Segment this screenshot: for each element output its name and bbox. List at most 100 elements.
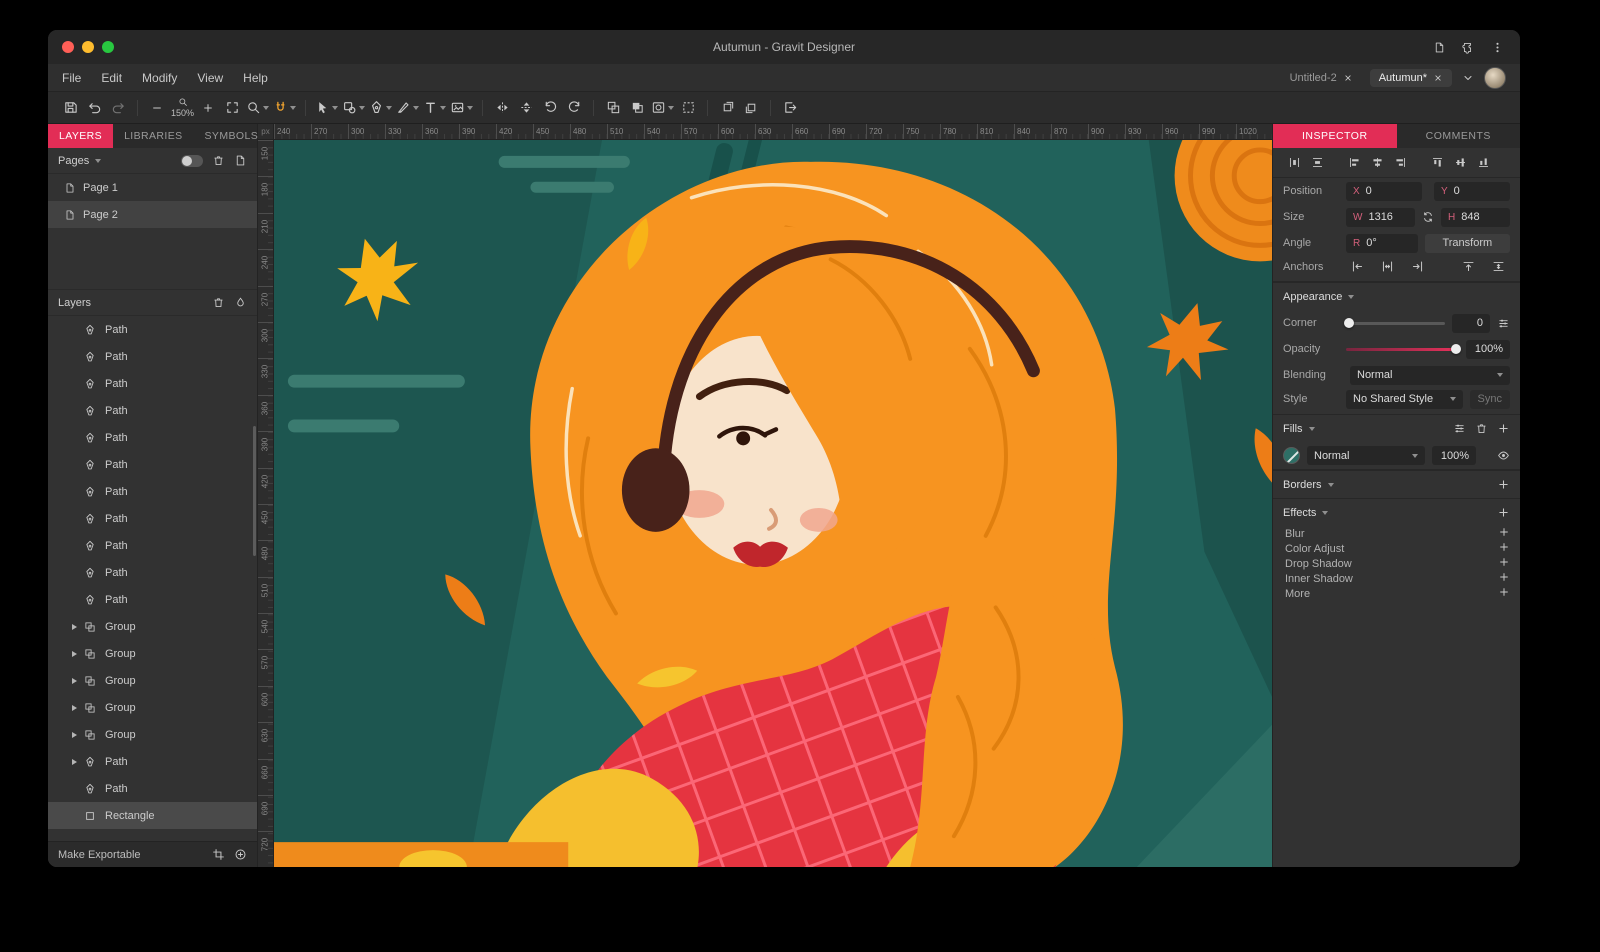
effect-row[interactable]: Blur bbox=[1273, 526, 1520, 541]
align-top-button[interactable] bbox=[1426, 153, 1449, 173]
effect-row[interactable]: Drop Shadow bbox=[1273, 556, 1520, 571]
add-fill-icon[interactable] bbox=[1497, 422, 1510, 435]
layer-row[interactable]: Path bbox=[48, 316, 257, 343]
layer-row[interactable]: Path bbox=[48, 748, 257, 775]
knife-tool-button[interactable] bbox=[394, 96, 421, 120]
link-dimensions-icon[interactable] bbox=[1422, 211, 1434, 223]
layer-fill-icon[interactable] bbox=[234, 296, 247, 309]
document-tab[interactable]: Autumun* bbox=[1370, 69, 1452, 87]
opacity-slider[interactable] bbox=[1346, 348, 1459, 351]
angle-field[interactable]: R 0° bbox=[1346, 234, 1418, 253]
expand-arrow-icon[interactable] bbox=[68, 732, 80, 738]
expand-arrow-icon[interactable] bbox=[68, 705, 80, 711]
layer-row[interactable]: Path bbox=[48, 559, 257, 586]
menu-item[interactable]: File bbox=[62, 71, 81, 85]
expand-arrow-icon[interactable] bbox=[68, 624, 80, 630]
layer-row[interactable]: Group bbox=[48, 667, 257, 694]
overflow-menu-icon[interactable] bbox=[1491, 41, 1504, 54]
borders-section-header[interactable]: Borders bbox=[1273, 470, 1520, 498]
fill-blend-select[interactable]: Normal bbox=[1307, 446, 1425, 465]
anchor-top-button[interactable] bbox=[1457, 257, 1480, 277]
layer-row[interactable]: Rectangle bbox=[48, 802, 257, 829]
minimize-window-button[interactable] bbox=[82, 41, 94, 53]
clip-frame-button[interactable] bbox=[676, 96, 700, 120]
flip-horizontal-button[interactable] bbox=[490, 96, 514, 120]
layer-row[interactable]: Path bbox=[48, 775, 257, 802]
corner-options-icon[interactable] bbox=[1497, 317, 1510, 330]
redo-button[interactable] bbox=[106, 96, 130, 120]
anchor-center-h-button[interactable] bbox=[1376, 257, 1399, 277]
menu-item[interactable]: Edit bbox=[101, 71, 122, 85]
zoom-level-control[interactable]: 150% bbox=[169, 96, 196, 120]
size-height-field[interactable]: H 848 bbox=[1441, 208, 1510, 227]
align-middle-button[interactable] bbox=[1449, 153, 1472, 173]
distribute-vertical-button[interactable] bbox=[1306, 153, 1329, 173]
panel-tab[interactable]: LIBRARIES bbox=[113, 124, 193, 148]
opacity-value-field[interactable]: 100% bbox=[1466, 340, 1510, 359]
menu-item[interactable]: View bbox=[197, 71, 223, 85]
transform-button[interactable]: Transform bbox=[1425, 234, 1510, 253]
layer-row[interactable]: Path bbox=[48, 343, 257, 370]
add-effect-button[interactable] bbox=[1498, 586, 1510, 601]
send-backward-button[interactable] bbox=[739, 96, 763, 120]
rotate-ccw-button[interactable] bbox=[538, 96, 562, 120]
page-row[interactable]: Page 1 bbox=[48, 174, 257, 201]
text-tool-button[interactable] bbox=[421, 96, 448, 120]
position-y-field[interactable]: Y 0 bbox=[1434, 182, 1510, 201]
zoom-window-button[interactable] bbox=[102, 41, 114, 53]
layer-row[interactable]: Group bbox=[48, 721, 257, 748]
artboard-illustration[interactable] bbox=[274, 140, 1272, 867]
fill-visibility-eye-icon[interactable] bbox=[1497, 449, 1510, 462]
shared-style-select[interactable]: No Shared Style bbox=[1346, 390, 1463, 409]
layer-row[interactable]: Path bbox=[48, 451, 257, 478]
inspector-tab[interactable]: COMMENTS bbox=[1397, 124, 1521, 148]
blending-select[interactable]: Normal bbox=[1350, 366, 1510, 385]
boolean-ops-button[interactable] bbox=[625, 96, 649, 120]
effect-row[interactable]: More bbox=[1273, 586, 1520, 601]
user-avatar[interactable] bbox=[1484, 67, 1506, 89]
layers-scrollbar[interactable] bbox=[253, 426, 256, 556]
pages-toggle[interactable] bbox=[181, 155, 203, 167]
inspector-tab[interactable]: INSPECTOR bbox=[1273, 124, 1397, 148]
mask-button[interactable] bbox=[649, 96, 676, 120]
zoom-fit-button[interactable] bbox=[220, 96, 244, 120]
panel-tab[interactable]: LAYERS bbox=[48, 124, 113, 148]
fill-options-icon[interactable] bbox=[1453, 422, 1466, 435]
pen-tool-button[interactable] bbox=[367, 96, 394, 120]
expand-arrow-icon[interactable] bbox=[68, 678, 80, 684]
layer-row[interactable]: Path bbox=[48, 424, 257, 451]
add-effect-button[interactable] bbox=[1498, 526, 1510, 541]
layer-row[interactable]: Group bbox=[48, 613, 257, 640]
size-width-field[interactable]: W 1316 bbox=[1346, 208, 1415, 227]
effects-section-header[interactable]: Effects bbox=[1273, 498, 1520, 526]
add-effect-button[interactable] bbox=[1498, 556, 1510, 571]
menu-item[interactable]: Modify bbox=[142, 71, 177, 85]
page-row[interactable]: Page 2 bbox=[48, 201, 257, 228]
anchor-right-button[interactable] bbox=[1406, 257, 1429, 277]
fill-color-swatch[interactable] bbox=[1283, 447, 1300, 464]
close-tab-icon[interactable] bbox=[1433, 73, 1443, 83]
appearance-section-header[interactable]: Appearance bbox=[1273, 282, 1520, 310]
export-slice-icon[interactable] bbox=[212, 848, 225, 861]
rotate-cw-button[interactable] bbox=[562, 96, 586, 120]
anchor-bottom-button[interactable] bbox=[1517, 257, 1520, 277]
expand-arrow-icon[interactable] bbox=[68, 759, 80, 765]
delete-layer-icon[interactable] bbox=[212, 296, 225, 309]
align-left-button[interactable] bbox=[1343, 153, 1366, 173]
snap-magnet-button[interactable] bbox=[271, 96, 298, 120]
layer-row[interactable]: Path bbox=[48, 370, 257, 397]
close-window-button[interactable] bbox=[62, 41, 74, 53]
fill-opacity-field[interactable]: 100% bbox=[1432, 446, 1476, 465]
save-button[interactable] bbox=[58, 96, 82, 120]
layer-row[interactable]: Path bbox=[48, 397, 257, 424]
image-tool-button[interactable] bbox=[448, 96, 475, 120]
extensions-puzzle-icon[interactable] bbox=[1462, 41, 1475, 54]
layer-row[interactable]: Group bbox=[48, 640, 257, 667]
add-page-icon[interactable] bbox=[234, 154, 247, 167]
group-button[interactable] bbox=[601, 96, 625, 120]
expand-arrow-icon[interactable] bbox=[68, 651, 80, 657]
distribute-horizontal-button[interactable] bbox=[1283, 153, 1306, 173]
anchor-left-button[interactable] bbox=[1346, 257, 1369, 277]
position-x-field[interactable]: X 0 bbox=[1346, 182, 1422, 201]
document-tab[interactable]: Untitled-2 bbox=[1281, 69, 1362, 87]
